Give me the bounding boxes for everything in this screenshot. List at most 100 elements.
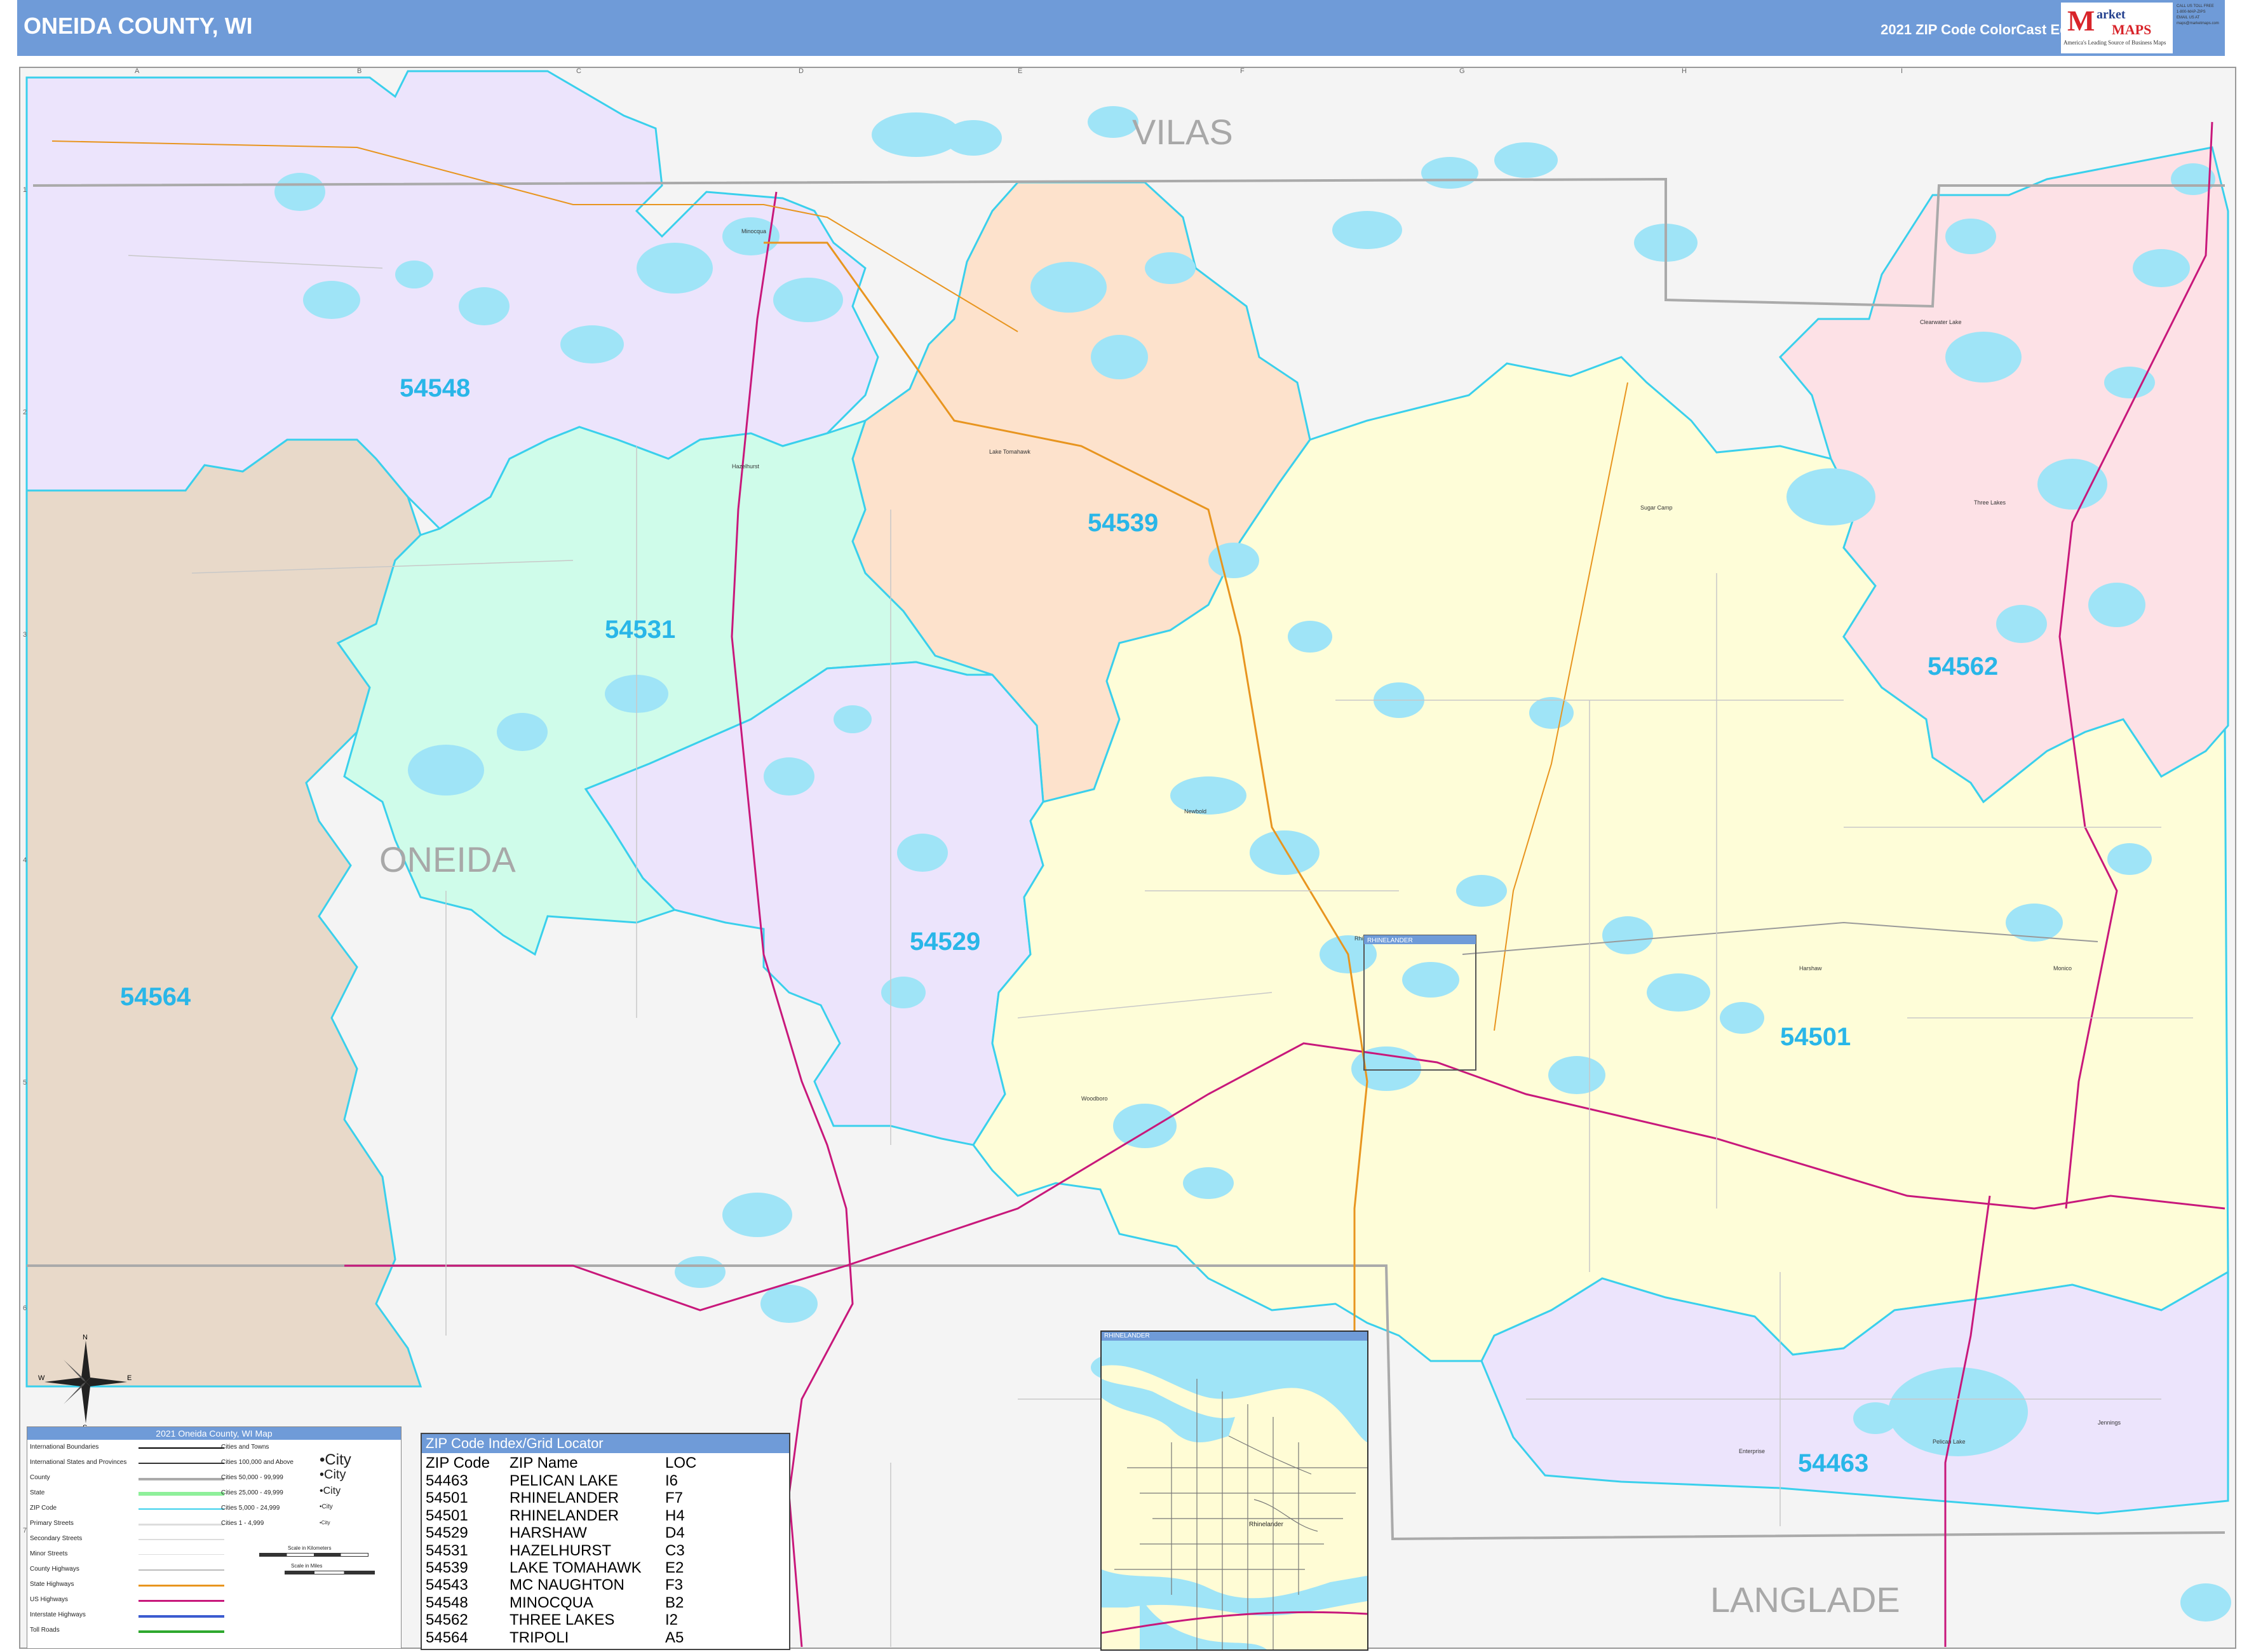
zip-code-index: ZIP Code Index/Grid Locator ZIP Code ZIP… — [421, 1433, 790, 1650]
svg-text:I: I — [1901, 68, 1903, 75]
legend-row: County — [30, 1474, 50, 1481]
svg-text:6: 6 — [23, 1304, 27, 1312]
zip-index-col-zip: ZIP Code — [426, 1454, 490, 1472]
logo-text: arket — [2097, 8, 2126, 22]
logo-tagline: America's Leading Source of Business Map… — [2063, 39, 2166, 46]
legend-swatch — [138, 1508, 224, 1510]
svg-text:4: 4 — [23, 856, 27, 864]
legend-city-sample: •City — [320, 1468, 346, 1482]
zip-index-row: 54501 RHINELANDER F7 — [426, 1489, 684, 1507]
legend-swatch — [138, 1615, 224, 1618]
legend-row: Secondary Streets — [30, 1535, 83, 1542]
city-label: Monico — [2053, 965, 2072, 972]
city-label: Jennings — [2098, 1419, 2121, 1426]
svg-text:H: H — [1682, 68, 1687, 75]
zip-index-row: 54548 MINOCQUA B2 — [426, 1594, 684, 1611]
svg-text:5: 5 — [23, 1079, 27, 1087]
legend-title: 2021 Oneida County, WI Map — [27, 1427, 401, 1440]
inset-callout-label: RHINELANDER — [1367, 937, 1413, 944]
legend-swatch — [138, 1585, 224, 1587]
legend-city-row: Cities 1 - 4,999 — [221, 1520, 264, 1527]
zip-index-row: 54501 RHINELANDER H4 — [426, 1506, 685, 1524]
svg-text:E: E — [1018, 68, 1022, 75]
county-label-oneida: ONEIDA — [379, 839, 516, 879]
legend-city-row: Cities 5,000 - 24,999 — [221, 1505, 280, 1512]
legend-swatch — [138, 1569, 224, 1571]
zip-index-col-loc: LOC — [665, 1454, 697, 1472]
legend-row: International Boundaries — [30, 1444, 99, 1451]
county-label-langlade: LANGLADE — [1710, 1580, 1900, 1620]
zip-index-row: 54463 PELICAN LAKE I6 — [426, 1472, 679, 1489]
legend-swatch — [138, 1463, 224, 1464]
zip-index-col-name: ZIP Name — [510, 1454, 578, 1472]
city-label: Enterprise — [1739, 1448, 1765, 1454]
scale-mi-label: Scale in Miles — [291, 1563, 323, 1569]
legend-row: US Highways — [30, 1596, 69, 1603]
legend-row: ZIP Code — [30, 1505, 57, 1512]
scale-km-label: Scale in Kilometers — [288, 1545, 332, 1551]
svg-text:1: 1 — [23, 186, 27, 194]
rhinelander-inset-map: RHINELANDER Rhinelander — [1100, 1330, 1368, 1651]
svg-text:3: 3 — [23, 631, 27, 639]
county-label-vilas: VILAS — [1132, 112, 1233, 152]
compass-e: E — [127, 1374, 132, 1382]
city-label: Woodboro — [1081, 1095, 1107, 1102]
legend-city-row: Cities 100,000 and Above — [221, 1459, 294, 1466]
legend-swatch — [138, 1524, 224, 1526]
compass-w: W — [38, 1374, 45, 1382]
svg-text:D: D — [799, 68, 804, 75]
compass-n: N — [83, 1334, 88, 1341]
legend-city-sample: •City — [320, 1486, 341, 1496]
zip-index-row: 54531 HAZELHURST C3 — [426, 1541, 685, 1559]
legend-swatch — [138, 1554, 224, 1555]
legend-city-sample: •City — [320, 1520, 330, 1526]
logo-maps: MAPS — [2112, 22, 2152, 37]
city-label: Newbold — [1184, 808, 1206, 815]
compass-rose-icon: N S E W — [38, 1334, 132, 1430]
zip-index-row: 54543 MC NAUGHTON F3 — [426, 1576, 684, 1594]
city-label: Sugar Camp — [1640, 504, 1673, 511]
legend-swatch — [138, 1492, 224, 1496]
svg-text:F: F — [1240, 68, 1245, 75]
zip-index-row: 54539 LAKE TOMAHAWK E2 — [426, 1559, 684, 1577]
logo-m: M — [2067, 4, 2095, 37]
map-legend: 2021 Oneida County, WI Map International… — [27, 1426, 402, 1649]
zip-label-54564: 54564 — [120, 983, 191, 1011]
svg-text:2: 2 — [23, 409, 27, 416]
city-label: Clearwater Lake — [1920, 319, 1962, 325]
map-title: ONEIDA COUNTY, WI — [24, 13, 253, 39]
zip-index-row: 54529 HARSHAW D4 — [426, 1524, 685, 1542]
scale-km-bar — [259, 1553, 368, 1557]
scale-mi-bar — [285, 1571, 375, 1574]
legend-row: International States and Provinces — [30, 1459, 127, 1466]
zip-index-row: 54564 TRIPOLI A5 — [426, 1628, 684, 1646]
city-label: Harshaw — [1799, 965, 1822, 972]
contact-line: CALL US TOLL FREE — [2177, 4, 2214, 8]
contact-line: EMAIL US AT — [2177, 16, 2200, 20]
zip-label-54501: 54501 — [1780, 1023, 1851, 1051]
svg-text:G: G — [1459, 68, 1465, 75]
legend-row: Primary Streets — [30, 1520, 74, 1527]
legend-city-header: Cities and Towns — [221, 1444, 269, 1451]
zip-index-title: ZIP Code Index/Grid Locator — [422, 1434, 789, 1453]
legend-row: Toll Roads — [30, 1627, 60, 1634]
inset-title: RHINELANDER — [1102, 1332, 1367, 1341]
legend-row: State Highways — [30, 1581, 74, 1588]
contact-line: maps@marketmaps.com — [2177, 22, 2219, 25]
city-label: Pelican Lake — [1933, 1439, 1966, 1445]
legend-city-sample: •City — [320, 1451, 351, 1468]
zip-index-header: ZIP Code ZIP Name LOC — [422, 1454, 789, 1472]
legend-row: County Highways — [30, 1566, 79, 1573]
market-maps-logo: M arket MAPS America's Leading Source of… — [2061, 3, 2173, 53]
inset-map-graphic: Rhinelander — [1102, 1341, 1367, 1649]
zip-index-row: 54562 THREE LAKES I2 — [426, 1611, 679, 1629]
svg-text:A: A — [135, 68, 140, 75]
legend-row: Interstate Highways — [30, 1611, 86, 1618]
svg-text:C: C — [576, 68, 581, 75]
contact-line: 1-800-MAP-ZIPS — [2177, 10, 2206, 14]
header-bar: ONEIDA COUNTY, WI 2021 ZIP Code ColorCas… — [17, 0, 2225, 56]
zip-label-54562: 54562 — [1928, 653, 1998, 680]
city-label: Lake Tomahawk — [989, 449, 1030, 455]
legend-swatch — [138, 1478, 224, 1480]
inset-city-label: Rhinelander — [1249, 1521, 1284, 1528]
